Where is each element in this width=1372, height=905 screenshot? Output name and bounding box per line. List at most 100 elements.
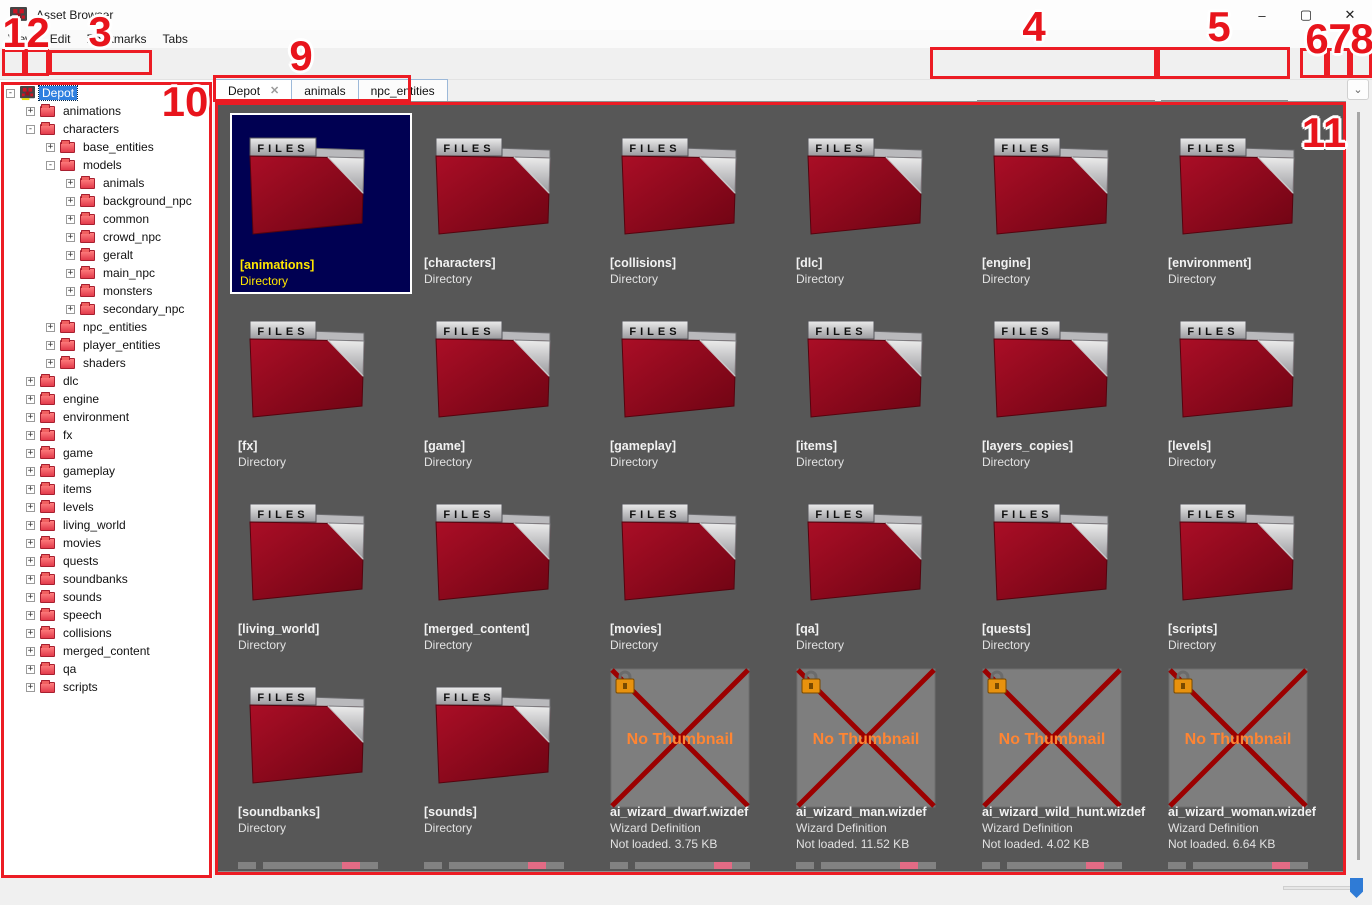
asset-tile-partial[interactable] [424, 862, 564, 869]
tree-expander-icon[interactable]: + [66, 197, 75, 206]
tree-item-scripts[interactable]: +scripts [0, 678, 213, 696]
tree-item-label[interactable]: living_world [60, 518, 129, 532]
tree-item-sounds[interactable]: +sounds [0, 588, 213, 606]
tree-item-gameplay[interactable]: +gameplay [0, 462, 213, 480]
asset-tile-folder[interactable]: FILES[scripts]Directory [1160, 479, 1342, 675]
tree-item-levels[interactable]: +levels [0, 498, 213, 516]
tree-expander-icon[interactable]: + [26, 107, 35, 116]
tree-item-merged_content[interactable]: +merged_content [0, 642, 213, 660]
tree-item-living_world[interactable]: + living_world [0, 516, 213, 534]
menu-item-bookmarks[interactable]: Bookmarks [78, 31, 154, 47]
tree-item-collisions[interactable]: + collisions [0, 624, 213, 642]
tree-item-soundbanks[interactable]: +soundbanks [0, 570, 213, 588]
tree-expander-icon[interactable]: + [66, 233, 75, 242]
asset-tile-folder[interactable]: FILES[animations]Directory [230, 113, 412, 294]
asset-tile-folder[interactable]: FILES[characters]Directory [416, 113, 598, 309]
tree-expander-icon[interactable]: + [66, 251, 75, 260]
tree-item-label[interactable]: game [60, 446, 96, 460]
tree-expander-icon[interactable]: + [26, 593, 35, 602]
tree-expander-icon[interactable]: + [46, 359, 55, 368]
tree-expander-icon[interactable]: + [26, 521, 35, 530]
tree-expander-icon[interactable]: + [26, 395, 35, 404]
asset-tile-partial[interactable] [610, 862, 750, 869]
tree-expander-icon[interactable]: + [26, 611, 35, 620]
tree-item-label[interactable]: shaders [80, 356, 129, 370]
tree-expander-icon[interactable]: + [46, 323, 55, 332]
menu-item-tabs[interactable]: Tabs [155, 31, 196, 47]
asset-tile-folder[interactable]: FILES[living_world]Directory [230, 479, 412, 675]
tree-expander-icon[interactable]: + [66, 287, 75, 296]
asset-tile-folder[interactable]: FILES[items]Directory [788, 296, 970, 492]
tree-item-dlc[interactable]: + dlc [0, 372, 213, 390]
asset-tile-partial[interactable] [796, 862, 936, 869]
tree-expander-icon[interactable]: + [26, 377, 35, 386]
tree-item-label[interactable]: qa [60, 662, 79, 676]
asset-tile-folder[interactable]: FILES[engine]Directory [974, 113, 1156, 309]
tree-item-items[interactable]: +items [0, 480, 213, 498]
tab-close-icon[interactable]: ✕ [270, 84, 279, 97]
tree-item-game[interactable]: +game [0, 444, 213, 462]
asset-tile-partial[interactable] [1168, 862, 1308, 869]
tree-item-characters[interactable]: - characters [0, 120, 213, 138]
asset-tile-folder[interactable]: FILES[fx]Directory [230, 296, 412, 492]
asset-tile-folder[interactable]: FILES[qa]Directory [788, 479, 970, 675]
tree-item-environment[interactable]: + environment [0, 408, 213, 426]
tree-item-monsters[interactable]: + monsters [0, 282, 213, 300]
tree-expander-icon[interactable]: + [26, 431, 35, 440]
tree-item-label[interactable]: common [100, 212, 152, 226]
tree-item-label[interactable]: environment [60, 410, 132, 424]
tree-item-label[interactable]: collisions [60, 626, 115, 640]
tree-expander-icon[interactable]: + [26, 629, 35, 638]
tree-item-label[interactable]: speech [60, 608, 105, 622]
tree-item-label[interactable]: secondary_npc [100, 302, 187, 316]
tree-item-label[interactable]: characters [60, 122, 122, 136]
tree-item-player_entities[interactable]: + player_entities [0, 336, 213, 354]
tree-expander-icon[interactable]: + [66, 305, 75, 314]
tree-item-base_entities[interactable]: + base_entities [0, 138, 213, 156]
tree-expander-icon[interactable]: + [26, 503, 35, 512]
tree-expander-icon[interactable]: + [46, 341, 55, 350]
asset-tile-folder[interactable]: FILES[movies]Directory [602, 479, 784, 675]
tree-item-qa[interactable]: +qa [0, 660, 213, 678]
tree-item-speech[interactable]: + speech [0, 606, 213, 624]
tree-item-secondary_npc[interactable]: + secondary_npc [0, 300, 213, 318]
minimize-button[interactable]: – [1240, 0, 1284, 30]
tree-expander-icon[interactable]: + [66, 269, 75, 278]
tree-item-label[interactable]: dlc [60, 374, 81, 388]
tree-item-depot[interactable]: - Depot [0, 84, 213, 102]
tree-item-label[interactable]: background_npc [100, 194, 195, 208]
asset-tile-file[interactable]: No Thumbnailai_wizard_woman.wizdefWizard… [1160, 662, 1342, 858]
tree-item-label[interactable]: Depot [39, 86, 77, 100]
tree-item-label[interactable]: movies [60, 536, 104, 550]
thumbnail-size-slider-thumb[interactable] [1350, 878, 1363, 898]
tree-item-common[interactable]: +common [0, 210, 213, 228]
tree-item-label[interactable]: player_entities [80, 338, 163, 352]
tree-expander-icon[interactable]: + [46, 143, 55, 152]
tab-depot[interactable]: Depot✕ [215, 79, 292, 102]
tree-expander-icon[interactable]: - [46, 161, 55, 170]
tree-item-label[interactable]: base_entities [80, 140, 157, 154]
tree-expander-icon[interactable]: + [26, 683, 35, 692]
asset-tile-folder[interactable]: FILES[layers_copies]Directory [974, 296, 1156, 492]
tree-item-movies[interactable]: +movies [0, 534, 213, 552]
tree-item-main_npc[interactable]: +main_npc [0, 264, 213, 282]
tree-expander-icon[interactable]: + [26, 557, 35, 566]
maximize-button[interactable]: ▢ [1284, 0, 1328, 30]
tree-item-models[interactable]: -models [0, 156, 213, 174]
tree-expander-icon[interactable]: - [6, 89, 15, 98]
tree-item-npc_entities[interactable]: +npc_entities [0, 318, 213, 336]
tree-item-shaders[interactable]: + shaders [0, 354, 213, 372]
tree-item-label[interactable]: monsters [100, 284, 155, 298]
asset-tile-partial[interactable] [238, 862, 378, 869]
asset-tile-folder[interactable]: FILES[soundbanks]Directory [230, 662, 412, 858]
tree-item-label[interactable]: engine [60, 392, 102, 406]
asset-tile-folder[interactable]: FILES[sounds]Directory [416, 662, 598, 858]
tree-expander-icon[interactable]: - [26, 125, 35, 134]
tree-item-geralt[interactable]: +geralt [0, 246, 213, 264]
tree-item-quests[interactable]: +quests [0, 552, 213, 570]
tree-expander-icon[interactable]: + [26, 413, 35, 422]
asset-tile-file[interactable]: No Thumbnailai_wizard_wild_hunt.wizdefWi… [974, 662, 1156, 858]
asset-tile-file[interactable]: No Thumbnailai_wizard_man.wizdefWizard D… [788, 662, 970, 858]
tree-expander-icon[interactable]: + [26, 485, 35, 494]
menu-item-view[interactable]: View [0, 31, 42, 47]
